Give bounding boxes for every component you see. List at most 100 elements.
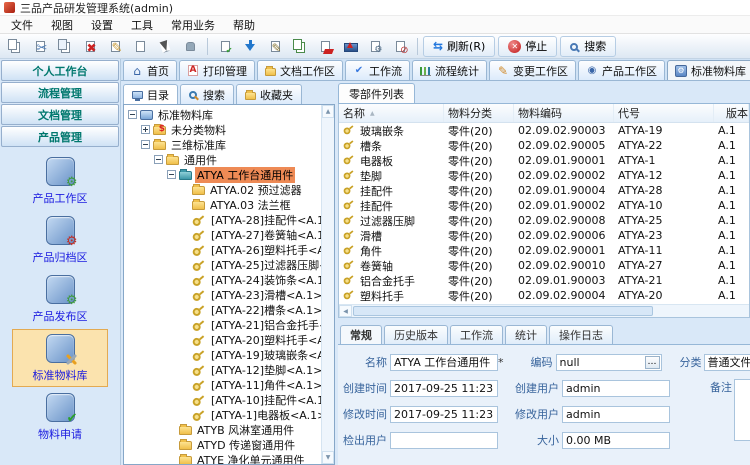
tree-node[interactable]: [ATYA-23]滑槽<A.1>: [124, 287, 321, 302]
delete-button[interactable]: [78, 36, 102, 57]
expand-toggle-icon[interactable]: [141, 125, 150, 134]
paste-button[interactable]: [53, 36, 77, 57]
part-row[interactable]: 挂配件 零件(20) 02.09.01.90002 ATYA-10 A.1: [339, 198, 749, 213]
tab-home[interactable]: 首页: [123, 60, 177, 80]
code-browse-button[interactable]: …: [645, 356, 660, 369]
detail-tab-stats[interactable]: 统计: [505, 325, 547, 344]
tree-tab-catalog[interactable]: 目录: [123, 84, 178, 104]
detail-tab-general[interactable]: 常规: [340, 325, 382, 344]
modified-time-input[interactable]: [390, 406, 498, 423]
tree-node[interactable]: 通用件: [124, 152, 321, 167]
parts-list-tab[interactable]: 零部件列表: [338, 83, 415, 103]
checkout-button[interactable]: [213, 36, 237, 57]
tab-process-stats[interactable]: 流程统计: [412, 60, 487, 80]
name-input[interactable]: [390, 354, 498, 371]
edit-button[interactable]: [103, 36, 127, 57]
expand-toggle-icon[interactable]: [154, 155, 163, 164]
properties-button[interactable]: [363, 36, 387, 57]
expand-toggle-icon[interactable]: [167, 170, 176, 179]
sidebar-item-product-release[interactable]: 产品发布区: [12, 270, 108, 328]
modified-user-input[interactable]: [562, 406, 670, 423]
tree-node[interactable]: ATYA 工作台通用件: [124, 167, 321, 182]
duplicate-button[interactable]: [288, 36, 312, 57]
tree-node[interactable]: ATYB 风淋室通用件: [124, 422, 321, 437]
tree-node[interactable]: [ATYA-25]过滤器压脚<A.1>: [124, 257, 321, 272]
tree-node[interactable]: 未分类物料: [124, 122, 321, 137]
tree-node[interactable]: [ATYA-26]塑料托手<A.1>: [124, 242, 321, 257]
tree-node[interactable]: ATYD 传递窗通用件: [124, 437, 321, 452]
part-row[interactable]: 卷簧轴 零件(20) 02.09.02.90010 ATYA-27 A.1: [339, 258, 749, 273]
menu-item[interactable]: 常用业务: [162, 16, 224, 34]
key-button[interactable]: [128, 36, 152, 57]
tree-node[interactable]: [ATYA-19]玻璃嵌条<A.1>: [124, 347, 321, 362]
download-button[interactable]: [238, 36, 262, 57]
tree-node[interactable]: [ATYA-11]角件<A.1>: [124, 377, 321, 392]
expand-toggle-icon[interactable]: [128, 110, 137, 119]
part-row[interactable]: 挂配件 零件(20) 02.09.01.90004 ATYA-28 A.1: [339, 183, 749, 198]
expand-toggle-icon[interactable]: [141, 140, 150, 149]
tree-node[interactable]: [ATYA-28]挂配件<A.1>: [124, 212, 321, 227]
sidebar-item-material-request[interactable]: 物料申请: [12, 388, 108, 446]
select-button[interactable]: [153, 36, 177, 57]
import-button[interactable]: [338, 36, 362, 57]
menu-item[interactable]: 视图: [42, 16, 82, 34]
column-header[interactable]: 名称: [339, 104, 444, 122]
cut-button[interactable]: [28, 36, 52, 57]
tree-node[interactable]: [ATYA-20]塑料托手<A.1>: [124, 332, 321, 347]
sidebar-item-standard-materials[interactable]: 标准物料库: [12, 329, 108, 387]
sidebar-section-header[interactable]: 文档管理: [1, 104, 119, 125]
part-row[interactable]: 槽条 零件(20) 02.09.02.90005 ATYA-22 A.1: [339, 138, 749, 153]
tree-node[interactable]: [ATYA-24]装饰条<A.1>: [124, 272, 321, 287]
detail-tab-history[interactable]: 历史版本: [384, 325, 448, 344]
scrollbar-thumb[interactable]: [353, 306, 653, 316]
detail-tab-workflow[interactable]: 工作流: [450, 325, 503, 344]
part-row[interactable]: 过滤器压脚 零件(20) 02.09.02.90008 ATYA-25 A.1: [339, 213, 749, 228]
part-row[interactable]: 滑槽 零件(20) 02.09.02.90006 ATYA-23 A.1: [339, 228, 749, 243]
tree-node[interactable]: [ATYA-22]槽条<A.1>: [124, 302, 321, 317]
disable-button[interactable]: [388, 36, 412, 57]
created-user-input[interactable]: [562, 380, 670, 397]
column-header[interactable]: 代号: [614, 104, 714, 122]
tree-node[interactable]: ATYA.03 法兰框: [124, 197, 321, 212]
clear-button[interactable]: [313, 36, 337, 57]
sidebar-section-header[interactable]: 产品管理: [1, 126, 119, 147]
tree-node[interactable]: ATYE 净化单元通用件: [124, 452, 321, 464]
column-header[interactable]: 版本: [714, 104, 749, 122]
tree-node[interactable]: ATYA.02 预过滤器: [124, 182, 321, 197]
tab-print[interactable]: 打印管理: [179, 60, 255, 80]
table-horizontal-scrollbar[interactable]: ◀: [339, 304, 749, 317]
column-header[interactable]: 物料分类: [444, 104, 514, 122]
drag-button[interactable]: [178, 36, 202, 57]
refresh-button[interactable]: 刷新(R): [423, 36, 495, 57]
tree-node[interactable]: [ATYA-1]电器板<A.1>: [124, 407, 321, 422]
tab-standard-materials[interactable]: 标准物料库: [667, 60, 750, 80]
checkout-user-input[interactable]: [390, 432, 498, 449]
menu-item[interactable]: 帮助: [224, 16, 264, 34]
part-row[interactable]: 电器板 零件(20) 02.09.01.90001 ATYA-1 A.1: [339, 153, 749, 168]
tab-change-workspace[interactable]: 变更工作区: [489, 60, 576, 80]
size-input[interactable]: [562, 432, 670, 449]
column-header[interactable]: 物料编码: [514, 104, 614, 122]
tree-tab-search[interactable]: 搜索: [180, 84, 234, 104]
sidebar-item-product-archive[interactable]: 产品归档区: [12, 211, 108, 269]
menu-item[interactable]: 工具: [122, 16, 162, 34]
part-row[interactable]: 角件 零件(20) 02.09.02.90001 ATYA-11 A.1: [339, 243, 749, 258]
category-input[interactable]: [704, 354, 750, 371]
tree-tab-favorites[interactable]: 收藏夹: [236, 84, 302, 104]
tab-workflow[interactable]: 工作流: [345, 60, 410, 80]
tree-node[interactable]: 三维标准库: [124, 137, 321, 152]
menu-item[interactable]: 设置: [82, 16, 122, 34]
tab-doc-workspace[interactable]: 文档工作区: [257, 60, 343, 80]
tree-scrollbar[interactable]: ▲ ▼: [321, 105, 334, 464]
detail-tab-log[interactable]: 操作日志: [549, 325, 613, 344]
tree-node[interactable]: 标准物料库: [124, 107, 321, 122]
part-row[interactable]: 玻璃嵌条 零件(20) 02.09.02.90003 ATYA-19 A.1: [339, 123, 749, 138]
tree-node[interactable]: [ATYA-12]垫脚<A.1>: [124, 362, 321, 377]
modify-button[interactable]: [263, 36, 287, 57]
part-row[interactable]: 塑料托手 零件(20) 02.09.02.90004 ATYA-20 A.1: [339, 288, 749, 303]
search-button[interactable]: 搜索: [560, 36, 616, 57]
menu-item[interactable]: 文件: [2, 16, 42, 34]
sidebar-section-header[interactable]: 个人工作台: [1, 60, 119, 81]
scroll-left-icon[interactable]: ◀: [339, 305, 352, 317]
scroll-down-icon[interactable]: ▼: [322, 451, 334, 464]
